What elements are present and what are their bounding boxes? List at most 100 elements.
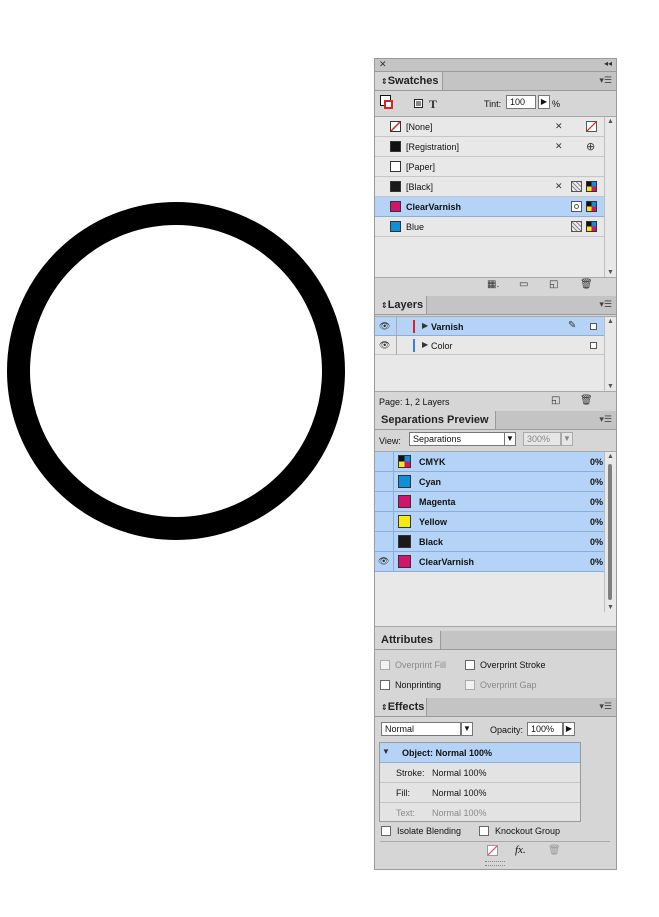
separation-value: 0%: [590, 477, 604, 487]
swatches-scrollbar[interactable]: ▲ ▼: [604, 117, 616, 277]
list-item[interactable]: [Registration] ✕ ⊕: [375, 137, 604, 157]
view-select[interactable]: Separations: [409, 432, 505, 446]
tint-arrow-button[interactable]: ▶: [538, 95, 550, 109]
fx-icon[interactable]: fx.: [515, 844, 526, 856]
tab-effects[interactable]: ⇕Effects: [375, 698, 427, 716]
list-item[interactable]: Fill: Normal 100%: [380, 783, 580, 803]
overprint-stroke-checkbox[interactable]: [465, 660, 475, 670]
pen-icon: ✎: [568, 320, 577, 331]
swatch-label: [Registration]: [406, 142, 460, 152]
panel-title-strip: ✕ ◂◂: [375, 59, 616, 72]
panel-menu-icon[interactable]: ▾☰: [599, 414, 612, 425]
tab-swatches[interactable]: ⇕Swatches: [375, 72, 443, 90]
selection-square-icon[interactable]: [590, 323, 597, 330]
separations-scrollbar[interactable]: ▲ ▼: [604, 452, 616, 612]
swatch-color: [398, 555, 411, 568]
list-item[interactable]: ▼ Object: Normal 100%: [380, 743, 580, 763]
stroke-value: Normal 100%: [432, 768, 487, 778]
effects-tabbar: ⇕Effects ▾☰: [375, 698, 616, 717]
swatches-panel: ⇕Swatches ▾☰ T Tint: 100 ▶ % [None] ✕ [R…: [375, 72, 616, 294]
scroll-down-icon[interactable]: ▼: [607, 383, 614, 390]
resize-grip-icon[interactable]: [485, 861, 505, 866]
tab-label: Effects: [387, 701, 425, 713]
selection-square-icon[interactable]: [590, 342, 597, 349]
swatch-color: [398, 535, 411, 548]
list-item[interactable]: Blue: [375, 217, 604, 237]
eye-icon[interactable]: 👁: [379, 340, 390, 351]
layer-color-icon: [413, 339, 415, 352]
scroll-up-icon[interactable]: ▲: [607, 118, 614, 125]
disclosure-triangle-icon[interactable]: ▼: [382, 747, 390, 756]
swatch-color: [390, 221, 401, 232]
overprint-gap-checkbox: [465, 680, 475, 690]
separation-label: CMYK: [419, 457, 446, 467]
layer-label: Varnish: [431, 322, 464, 332]
opacity-input[interactable]: 100%: [527, 722, 563, 736]
tab-attributes[interactable]: Attributes: [375, 631, 441, 649]
scroll-thumb[interactable]: [608, 464, 612, 600]
no-edit-icon: ✕: [555, 141, 563, 151]
list-item[interactable]: [Black] ✕: [375, 177, 604, 197]
list-item[interactable]: Magenta 0%: [375, 492, 604, 512]
blend-mode-select[interactable]: Normal: [381, 722, 461, 736]
list-item[interactable]: Stroke: Normal 100%: [380, 763, 580, 783]
close-icon[interactable]: ✕: [379, 59, 387, 70]
formatting-text-icon[interactable]: T: [429, 97, 437, 112]
list-item[interactable]: CMYK 0%: [375, 452, 604, 472]
fill-stroke-icon[interactable]: [380, 95, 394, 109]
isolate-blending-checkbox[interactable]: [381, 826, 391, 836]
layers-list: 👁 ▶ Varnish ✎ 👁 ▶ Color ▲ ▼: [375, 316, 616, 392]
formatting-container-icon[interactable]: [414, 99, 423, 108]
list-item[interactable]: Cyan 0%: [375, 472, 604, 492]
scroll-up-icon[interactable]: ▲: [607, 453, 614, 460]
swatches-tabbar: ⇕Swatches ▾☰: [375, 72, 616, 91]
opacity-arrow-button[interactable]: ▶: [563, 722, 575, 736]
tint-input[interactable]: 100: [506, 95, 536, 109]
list-item[interactable]: ClearVarnish: [375, 197, 604, 217]
list-item[interactable]: 👁 ▶ Color: [375, 336, 604, 355]
disclosure-triangle-icon[interactable]: ▶: [422, 321, 428, 330]
swatch-color: [398, 475, 411, 488]
trash-icon[interactable]: 🗑: [580, 395, 593, 406]
folder-icon[interactable]: ▭: [519, 279, 528, 290]
panel-menu-icon[interactable]: ▾☰: [599, 299, 612, 310]
eye-icon[interactable]: 👁: [379, 321, 390, 332]
panel-dock: ✕ ◂◂ ⇕Swatches ▾☰ T Tint: 100 ▶ % [None]…: [374, 58, 617, 870]
swatches-list: [None] ✕ [Registration] ✕ ⊕ [Paper] [Bla…: [375, 116, 616, 278]
view-dropdown-icon[interactable]: ▼: [504, 432, 516, 446]
cmyk-icon: [586, 221, 597, 232]
panel-menu-icon[interactable]: ▾☰: [599, 701, 612, 712]
clear-effects-icon[interactable]: [487, 845, 498, 856]
layer-color-icon: [413, 320, 415, 333]
separation-value: 0%: [590, 557, 604, 567]
separation-label: Black: [419, 537, 444, 547]
trash-icon[interactable]: 🗑: [580, 279, 593, 290]
nonprinting-checkbox[interactable]: [380, 680, 390, 690]
new-layer-icon[interactable]: ◱: [551, 395, 560, 406]
list-item[interactable]: [None] ✕: [375, 117, 604, 137]
scroll-down-icon[interactable]: ▼: [607, 604, 614, 611]
scroll-up-icon[interactable]: ▲: [607, 318, 614, 325]
list-item[interactable]: [Paper]: [375, 157, 604, 177]
disclosure-triangle-icon[interactable]: ▶: [422, 340, 428, 349]
new-swatch-icon[interactable]: ◱: [549, 279, 558, 290]
scroll-down-icon[interactable]: ▼: [607, 269, 614, 276]
layers-scrollbar[interactable]: ▲ ▼: [604, 317, 616, 391]
list-item: Text: Normal 100%: [380, 803, 580, 822]
swatch-views-icon[interactable]: ▦.: [487, 279, 499, 290]
tab-separations-preview[interactable]: Separations Preview: [375, 411, 496, 429]
list-item[interactable]: 👁 ClearVarnish 0%: [375, 552, 604, 572]
tint-unit: %: [552, 99, 561, 109]
list-item[interactable]: Yellow 0%: [375, 512, 604, 532]
knockout-group-checkbox[interactable]: [479, 826, 489, 836]
attributes-panel: Attributes Overprint Fill Overprint Stro…: [375, 631, 616, 697]
list-item[interactable]: 👁 ▶ Varnish ✎: [375, 317, 604, 336]
blend-mode-dropdown-icon[interactable]: ▼: [461, 722, 473, 736]
tab-layers[interactable]: ⇕Layers: [375, 296, 427, 314]
knockout-group-label: Knockout Group: [495, 826, 561, 836]
eye-icon[interactable]: 👁: [378, 556, 389, 567]
collapse-icon[interactable]: ◂◂: [604, 59, 612, 68]
panel-menu-icon[interactable]: ▾☰: [599, 75, 612, 86]
list-item[interactable]: Black 0%: [375, 532, 604, 552]
swatch-label: ClearVarnish: [406, 202, 462, 212]
